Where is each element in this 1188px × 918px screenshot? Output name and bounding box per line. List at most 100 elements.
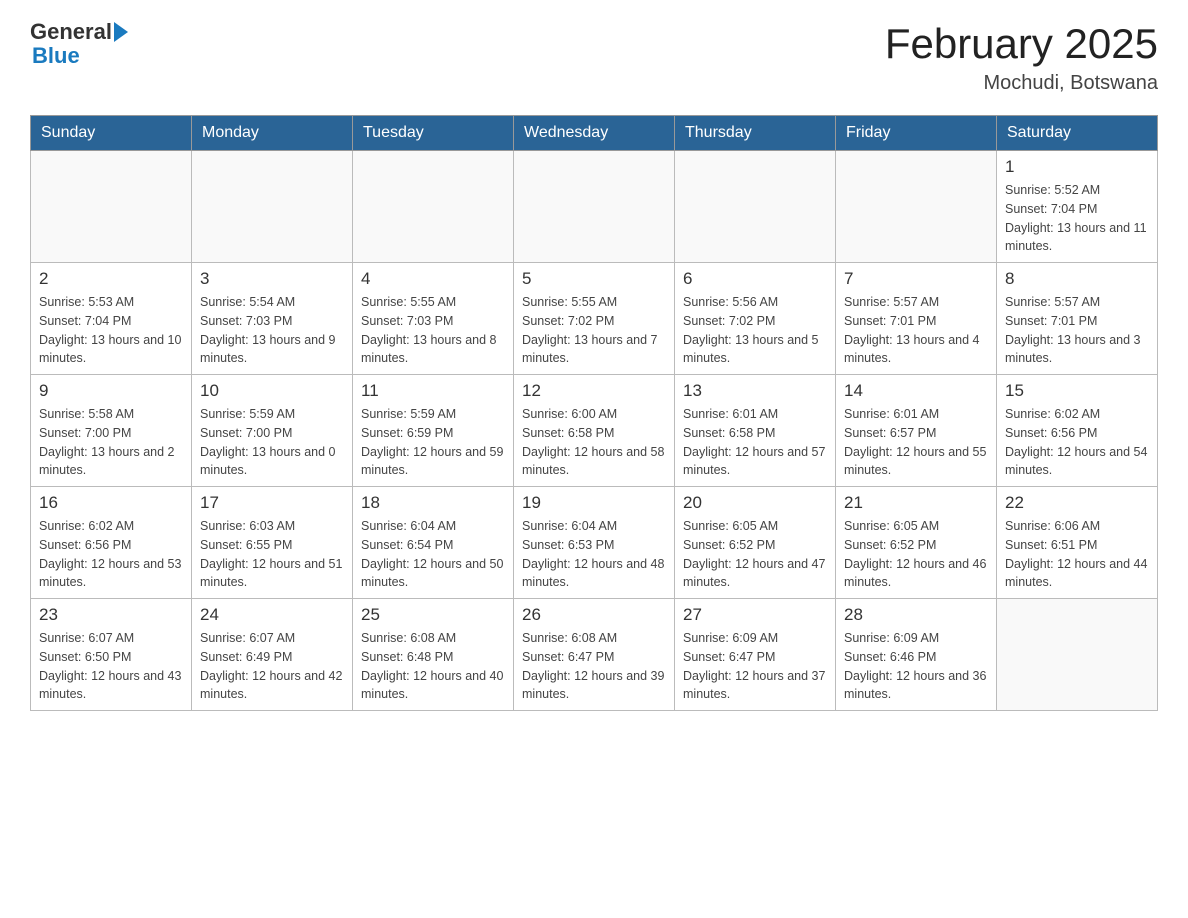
calendar-cell: 15 Sunrise: 6:02 AMSunset: 6:56 PMDayligh… — [997, 375, 1158, 487]
day-number: 4 — [361, 269, 505, 289]
calendar-cell — [192, 151, 353, 263]
day-info: Sunrise: 5:57 AMSunset: 7:01 PMDaylight:… — [1005, 293, 1149, 368]
day-info: Sunrise: 6:07 AMSunset: 6:50 PMDaylight:… — [39, 629, 183, 704]
day-info: Sunrise: 6:09 AMSunset: 6:47 PMDaylight:… — [683, 629, 827, 704]
calendar-cell: 16 Sunrise: 6:02 AMSunset: 6:56 PMDayligh… — [31, 487, 192, 599]
day-info: Sunrise: 6:05 AMSunset: 6:52 PMDaylight:… — [683, 517, 827, 592]
day-info: Sunrise: 5:55 AMSunset: 7:02 PMDaylight:… — [522, 293, 666, 368]
day-info: Sunrise: 6:05 AMSunset: 6:52 PMDaylight:… — [844, 517, 988, 592]
day-number: 7 — [844, 269, 988, 289]
weekday-header-friday: Friday — [836, 116, 997, 151]
calendar-week-1: 2 Sunrise: 5:53 AMSunset: 7:04 PMDaylight… — [31, 263, 1158, 375]
calendar-cell: 25 Sunrise: 6:08 AMSunset: 6:48 PMDayligh… — [353, 599, 514, 711]
calendar-cell: 22Sunrise: 6:06 AMSunset: 6:51 PMDayligh… — [997, 487, 1158, 599]
calendar-table: SundayMondayTuesdayWednesdayThursdayFrid… — [30, 115, 1158, 711]
calendar-cell: 10 Sunrise: 5:59 AMSunset: 7:00 PMDayligh… — [192, 375, 353, 487]
weekday-header-tuesday: Tuesday — [353, 116, 514, 151]
calendar-cell: 12 Sunrise: 6:00 AMSunset: 6:58 PMDayligh… — [514, 375, 675, 487]
calendar-cell: 21 Sunrise: 6:05 AMSunset: 6:52 PMDayligh… — [836, 487, 997, 599]
calendar-cell: 28Sunrise: 6:09 AMSunset: 6:46 PMDayligh… — [836, 599, 997, 711]
logo: General Blue — [30, 20, 128, 68]
calendar-cell: 26Sunrise: 6:08 AMSunset: 6:47 PMDayligh… — [514, 599, 675, 711]
day-number: 28 — [844, 605, 988, 625]
day-info: Sunrise: 6:01 AMSunset: 6:57 PMDaylight:… — [844, 405, 988, 480]
day-number: 2 — [39, 269, 183, 289]
calendar-week-4: 23Sunrise: 6:07 AMSunset: 6:50 PMDayligh… — [31, 599, 1158, 711]
day-number: 21 — [844, 493, 988, 513]
location: Mochudi, Botswana — [885, 72, 1158, 95]
day-number: 12 — [522, 381, 666, 401]
day-number: 15 — [1005, 381, 1149, 401]
day-number: 20 — [683, 493, 827, 513]
day-number: 25 — [361, 605, 505, 625]
day-info: Sunrise: 5:56 AMSunset: 7:02 PMDaylight:… — [683, 293, 827, 368]
day-info: Sunrise: 6:02 AMSunset: 6:56 PMDaylight:… — [39, 517, 183, 592]
weekday-header-saturday: Saturday — [997, 116, 1158, 151]
calendar-cell: 4 Sunrise: 5:55 AMSunset: 7:03 PMDaylight… — [353, 263, 514, 375]
day-info: Sunrise: 5:58 AMSunset: 7:00 PMDaylight:… — [39, 405, 183, 480]
day-number: 24 — [200, 605, 344, 625]
calendar-cell: 6 Sunrise: 5:56 AMSunset: 7:02 PMDaylight… — [675, 263, 836, 375]
day-number: 1 — [1005, 157, 1149, 177]
day-info: Sunrise: 6:04 AMSunset: 6:54 PMDaylight:… — [361, 517, 505, 592]
day-info: Sunrise: 5:54 AMSunset: 7:03 PMDaylight:… — [200, 293, 344, 368]
calendar-cell: 2 Sunrise: 5:53 AMSunset: 7:04 PMDaylight… — [31, 263, 192, 375]
logo-text-blue: Blue — [32, 44, 80, 68]
day-number: 17 — [200, 493, 344, 513]
page-header: General Blue February 2025 Mochudi, Bots… — [30, 20, 1158, 95]
day-number: 9 — [39, 381, 183, 401]
calendar-cell — [31, 151, 192, 263]
calendar-cell: 14 Sunrise: 6:01 AMSunset: 6:57 PMDayligh… — [836, 375, 997, 487]
weekday-header-monday: Monday — [192, 116, 353, 151]
calendar-cell — [997, 599, 1158, 711]
calendar-week-3: 16 Sunrise: 6:02 AMSunset: 6:56 PMDayligh… — [31, 487, 1158, 599]
month-title: February 2025 — [885, 20, 1158, 68]
weekday-header-sunday: Sunday — [31, 116, 192, 151]
calendar-week-0: 1 Sunrise: 5:52 AMSunset: 7:04 PMDaylight… — [31, 151, 1158, 263]
day-number: 18 — [361, 493, 505, 513]
day-info: Sunrise: 5:52 AMSunset: 7:04 PMDaylight:… — [1005, 181, 1149, 256]
calendar-cell: 8 Sunrise: 5:57 AMSunset: 7:01 PMDaylight… — [997, 263, 1158, 375]
calendar-cell: 27 Sunrise: 6:09 AMSunset: 6:47 PMDayligh… — [675, 599, 836, 711]
day-info: Sunrise: 5:53 AMSunset: 7:04 PMDaylight:… — [39, 293, 183, 368]
day-info: Sunrise: 5:59 AMSunset: 7:00 PMDaylight:… — [200, 405, 344, 480]
day-info: Sunrise: 5:55 AMSunset: 7:03 PMDaylight:… — [361, 293, 505, 368]
day-info: Sunrise: 6:01 AMSunset: 6:58 PMDaylight:… — [683, 405, 827, 480]
calendar-cell: 7 Sunrise: 5:57 AMSunset: 7:01 PMDaylight… — [836, 263, 997, 375]
weekday-header-wednesday: Wednesday — [514, 116, 675, 151]
day-number: 16 — [39, 493, 183, 513]
logo-arrow-icon — [114, 22, 128, 42]
calendar-cell: 9 Sunrise: 5:58 AMSunset: 7:00 PMDaylight… — [31, 375, 192, 487]
day-number: 26 — [522, 605, 666, 625]
calendar-cell: 19 Sunrise: 6:04 AMSunset: 6:53 PMDayligh… — [514, 487, 675, 599]
calendar-cell: 18 Sunrise: 6:04 AMSunset: 6:54 PMDayligh… — [353, 487, 514, 599]
day-number: 6 — [683, 269, 827, 289]
day-info: Sunrise: 6:02 AMSunset: 6:56 PMDaylight:… — [1005, 405, 1149, 480]
day-number: 13 — [683, 381, 827, 401]
day-number: 19 — [522, 493, 666, 513]
calendar-cell — [836, 151, 997, 263]
day-info: Sunrise: 6:07 AMSunset: 6:49 PMDaylight:… — [200, 629, 344, 704]
calendar-cell: 5Sunrise: 5:55 AMSunset: 7:02 PMDaylight… — [514, 263, 675, 375]
day-info: Sunrise: 5:57 AMSunset: 7:01 PMDaylight:… — [844, 293, 988, 368]
day-number: 11 — [361, 381, 505, 401]
day-number: 8 — [1005, 269, 1149, 289]
day-info: Sunrise: 6:08 AMSunset: 6:48 PMDaylight:… — [361, 629, 505, 704]
calendar-cell: 1 Sunrise: 5:52 AMSunset: 7:04 PMDaylight… — [997, 151, 1158, 263]
day-info: Sunrise: 6:00 AMSunset: 6:58 PMDaylight:… — [522, 405, 666, 480]
calendar-week-2: 9 Sunrise: 5:58 AMSunset: 7:00 PMDaylight… — [31, 375, 1158, 487]
logo-text-general: General — [30, 20, 112, 44]
calendar-cell: 3Sunrise: 5:54 AMSunset: 7:03 PMDaylight… — [192, 263, 353, 375]
title-area: February 2025 Mochudi, Botswana — [885, 20, 1158, 95]
day-number: 27 — [683, 605, 827, 625]
day-number: 22 — [1005, 493, 1149, 513]
calendar-cell: 24 Sunrise: 6:07 AMSunset: 6:49 PMDayligh… — [192, 599, 353, 711]
calendar-cell — [514, 151, 675, 263]
day-number: 10 — [200, 381, 344, 401]
day-info: Sunrise: 6:04 AMSunset: 6:53 PMDaylight:… — [522, 517, 666, 592]
day-info: Sunrise: 6:03 AMSunset: 6:55 PMDaylight:… — [200, 517, 344, 592]
weekday-header-thursday: Thursday — [675, 116, 836, 151]
calendar-cell — [675, 151, 836, 263]
calendar-cell: 23Sunrise: 6:07 AMSunset: 6:50 PMDayligh… — [31, 599, 192, 711]
day-number: 14 — [844, 381, 988, 401]
